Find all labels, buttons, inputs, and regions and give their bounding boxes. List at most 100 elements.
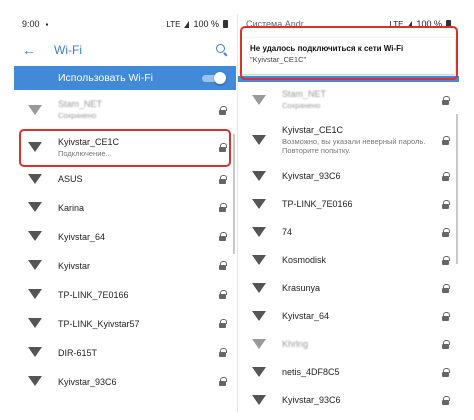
network-info: Kyivstar_CE1C Возможно, вы указали неверн… (282, 125, 442, 156)
wifi-signal-icon (252, 310, 266, 322)
wifi-signal-icon (28, 173, 42, 185)
page-title: Wi-Fi (54, 43, 82, 57)
network-name: TP-LINK_7E0166 (58, 289, 129, 300)
network-item[interactable]: TP-LINK_7E0166 (238, 190, 459, 218)
network-name: 74 (282, 227, 293, 237)
network-name: Kyivstar_64 (58, 231, 106, 242)
use-wifi-label: Использовать Wi-Fi (58, 72, 153, 84)
wifi-signal-icon (252, 254, 266, 266)
wifi-signal-icon (28, 260, 42, 271)
network-info: Kyivstar_93C6 (58, 377, 219, 387)
network-item[interactable]: netis_4DF8C5 (238, 358, 459, 386)
use-wifi-toggle-row[interactable]: Использовать Wi-Fi (14, 66, 236, 90)
wifi-error-screen: Система Andr.. LTE 100 % Не удалось подк… (237, 14, 459, 412)
network-item[interactable]: Kyivstar_CE1C Возможно, вы указали неверн… (238, 118, 459, 162)
network-name: Kyivstar_93C6 (282, 171, 341, 181)
network-info: Karina (58, 203, 219, 213)
signal-icon (184, 20, 190, 28)
battery-icon (223, 20, 228, 28)
network-name: Kyivstar_64 (282, 311, 330, 321)
network-item[interactable]: Kyivstar (14, 251, 236, 280)
wifi-signal-icon (28, 202, 42, 213)
network-item[interactable]: Kyivstar_64 (14, 222, 236, 251)
network-item[interactable]: Khrlng (238, 330, 459, 358)
lock-icon (219, 105, 227, 115)
network-name: Karina (58, 202, 85, 213)
lock-icon (442, 339, 450, 349)
network-item[interactable]: Kosmodisk (238, 246, 459, 274)
search-icon[interactable] (216, 44, 228, 56)
network-name: Kyivstar_93C6 (282, 395, 341, 405)
wifi-signal-icon (28, 231, 42, 242)
network-info: ASUS (58, 174, 219, 184)
scrollbar[interactable] (233, 134, 235, 254)
wifi-signal-icon (28, 347, 42, 358)
lock-icon (442, 395, 450, 405)
wifi-settings-screen: 9:00 ▪ LTE 100 % ← Wi-Fi Использовать Wi… (14, 14, 236, 412)
network-info: TP-LINK_Kyivstar57 (58, 319, 219, 329)
network-item[interactable]: Stam_NET Сохранено (14, 90, 236, 130)
wifi-signal-icon (252, 134, 266, 146)
lock-icon (442, 199, 450, 209)
lock-icon (219, 319, 227, 328)
wifi-signal-icon (252, 338, 266, 350)
highlight-frame (240, 26, 458, 80)
network-item[interactable]: 74 (238, 218, 459, 246)
network-name: Khrlng (282, 339, 309, 349)
app-bar: ← Wi-Fi (14, 34, 236, 66)
network-item[interactable]: TP-LINK_7E0166 (14, 280, 236, 309)
wifi-signal-icon (252, 394, 266, 406)
network-name: TP-LINK_Kyivstar57 (58, 318, 140, 329)
lock-icon (219, 261, 227, 270)
network-info: Stam_NET Сохранено (58, 99, 219, 120)
network-name: netis_4DF8C5 (282, 367, 340, 377)
lock-icon (219, 232, 227, 241)
lock-icon (219, 174, 227, 184)
lock-icon (219, 348, 227, 357)
network-status: Возможно, вы указали неверный пароль. По… (282, 136, 426, 155)
wifi-signal-icon (28, 289, 42, 300)
status-bar: 9:00 ▪ LTE 100 % (14, 14, 236, 34)
network-info: Kyivstar_93C6 (282, 395, 442, 405)
network-info: Kosmodisk (282, 255, 442, 265)
network-item[interactable]: Krasunya (238, 274, 459, 302)
lock-icon (442, 311, 450, 321)
network-item[interactable]: Kyivstar_93C6 (238, 162, 459, 190)
back-arrow-icon[interactable]: ← (22, 43, 40, 57)
wifi-signal-icon (252, 226, 266, 238)
network-info: netis_4DF8C5 (282, 367, 442, 377)
network-name: Stam_NET (282, 89, 327, 100)
network-info: Kyivstar (58, 261, 219, 271)
network-status: Сохранено (282, 101, 321, 111)
wifi-signal-icon (28, 104, 42, 116)
lock-icon (442, 171, 450, 181)
scrollbar[interactable] (456, 114, 458, 264)
network-status: Сохранено (58, 111, 97, 121)
highlight-frame (19, 129, 231, 167)
lock-icon (219, 290, 227, 299)
network-item[interactable]: Karina (14, 193, 236, 222)
network-name: Kosmodisk (282, 255, 327, 265)
wifi-signal-icon (252, 366, 266, 378)
network-item[interactable]: TP-LINK_Kyivstar57 (14, 309, 236, 338)
network-item[interactable]: Kyivstar_93C6 (238, 386, 459, 412)
network-item[interactable]: Kyivstar_93C6 (14, 367, 236, 396)
wifi-signal-icon (252, 282, 266, 294)
network-item[interactable]: DIR-615T (14, 338, 236, 367)
network-name: Krasunya (282, 283, 321, 293)
network-info: TP-LINK_7E0166 (58, 290, 219, 300)
network-item[interactable]: Kyivstar_64 (238, 302, 459, 330)
wifi-signal-icon (252, 198, 266, 210)
network-name: TP-LINK_7E0166 (282, 199, 353, 209)
network-name: Kyivstar_93C6 (58, 376, 117, 387)
network-item[interactable]: Stam_NET Сохранено (238, 82, 459, 118)
network-info: DIR-615T (58, 348, 219, 358)
wifi-toggle-switch[interactable] (200, 72, 226, 84)
status-time: 9:00 (22, 19, 40, 29)
network-name: ASUS (58, 174, 83, 184)
network-item[interactable]: ASUS (14, 165, 236, 193)
network-info: 74 (282, 227, 442, 237)
wifi-signal-icon (28, 318, 42, 329)
network-list: Stam_NET Сохранено Kyivstar_CE1C Возможно, … (238, 82, 459, 412)
network-info: Stam_NET Сохранено (282, 89, 442, 110)
